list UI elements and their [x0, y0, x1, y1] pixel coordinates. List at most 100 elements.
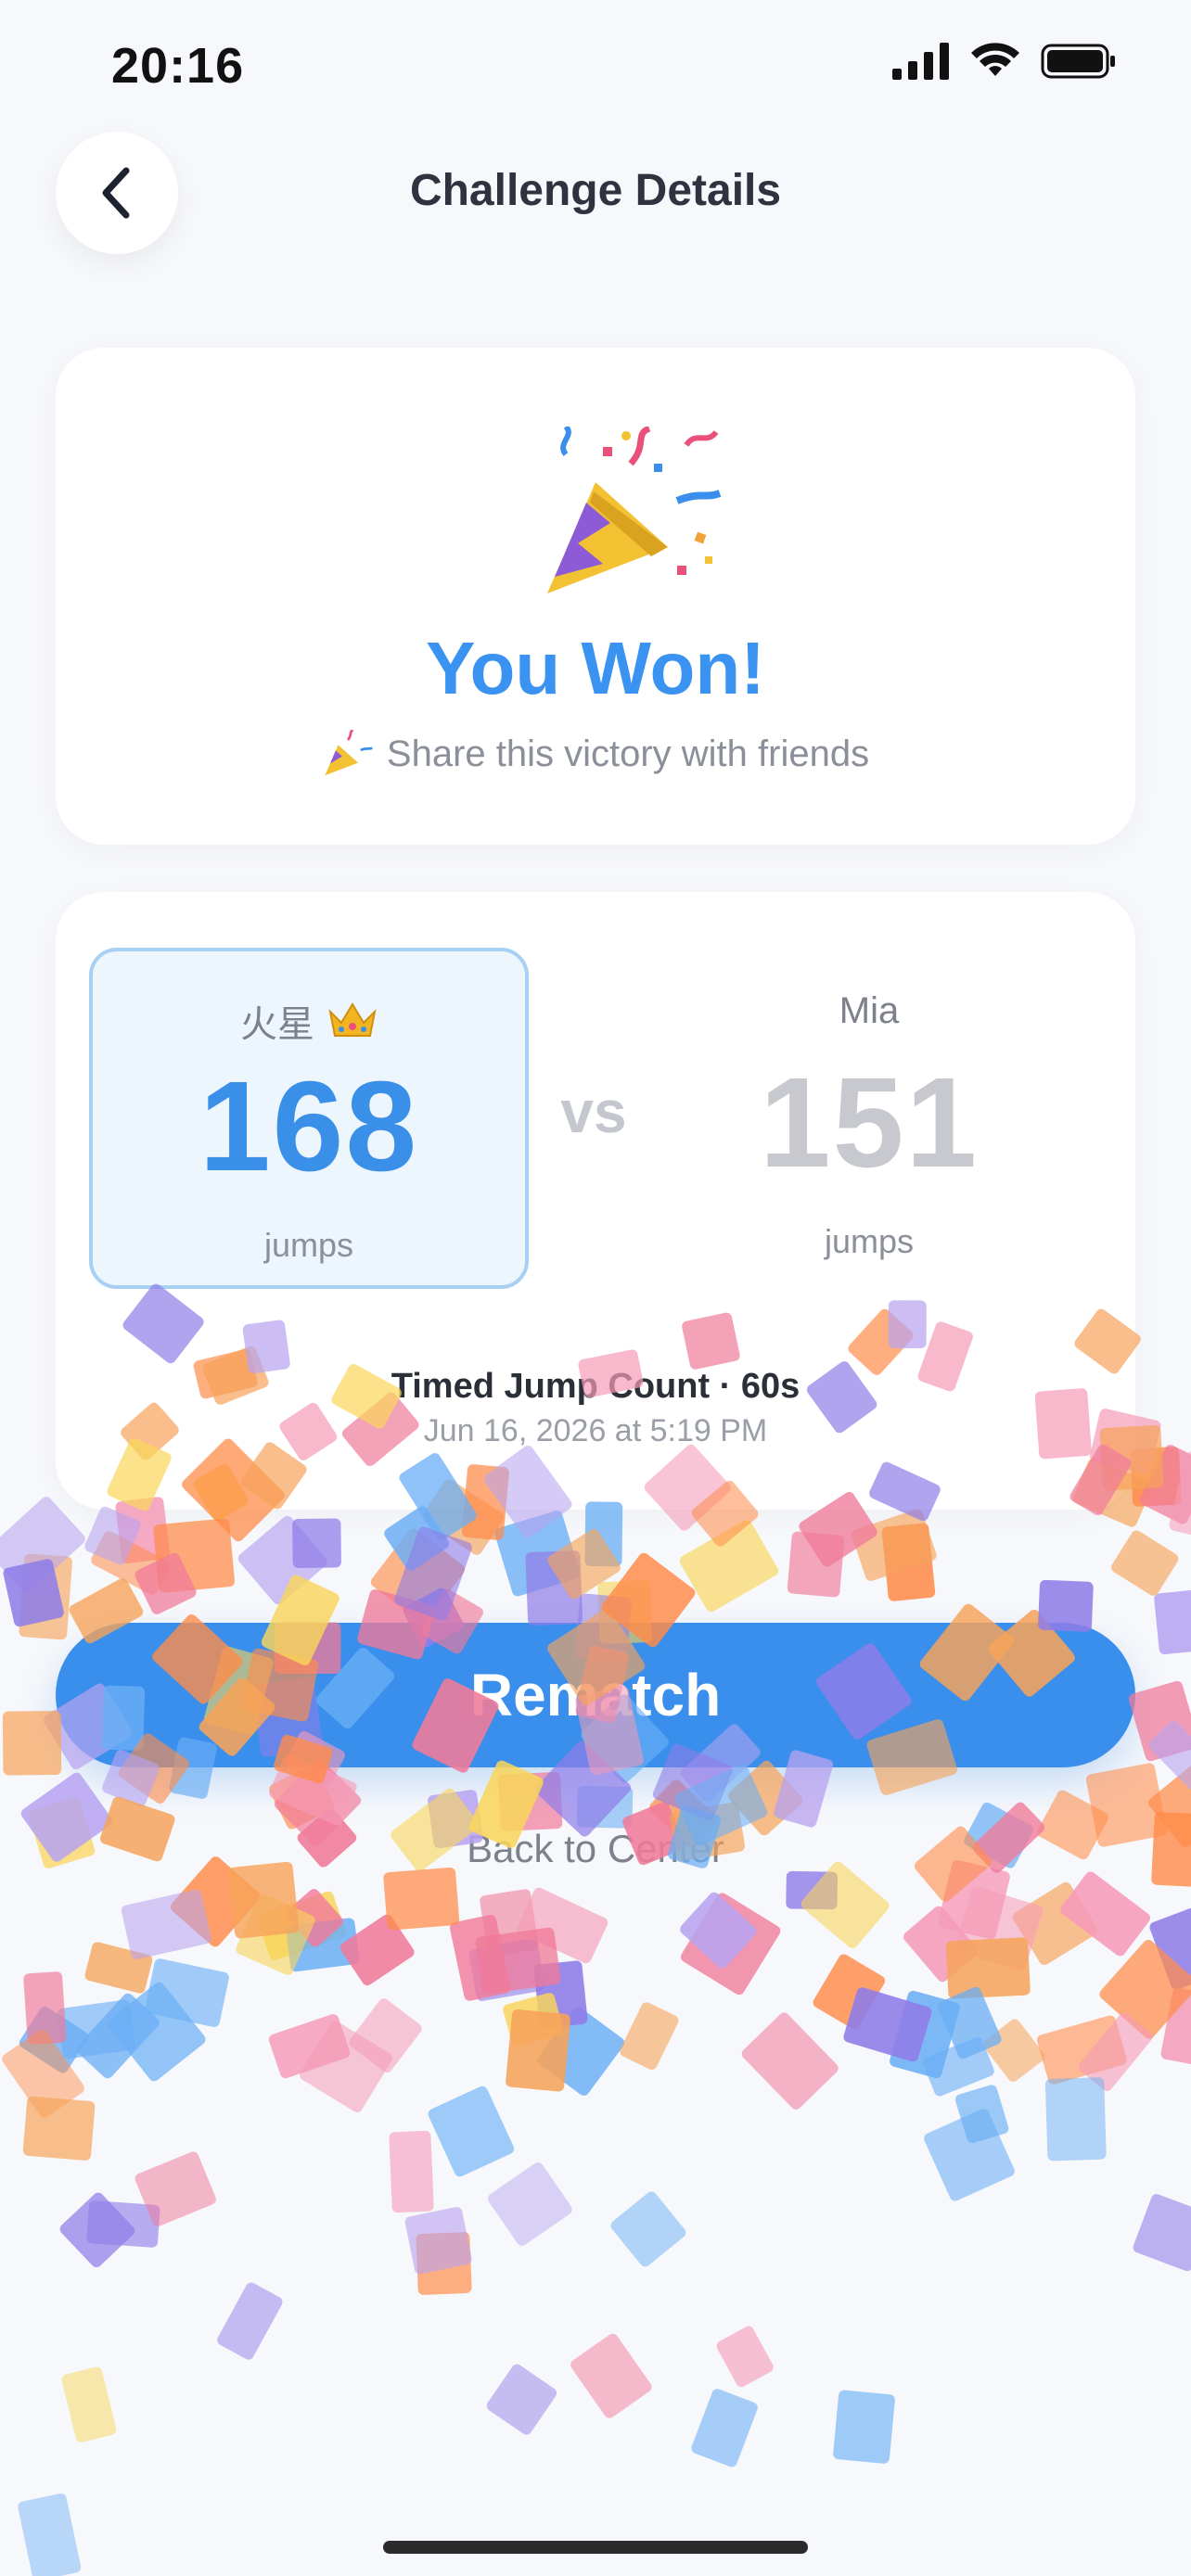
- confetti-piece: [22, 2096, 96, 2161]
- confetti-piece: [269, 1765, 335, 1830]
- confetti-piece: [786, 1870, 838, 1910]
- confetti-piece: [800, 1861, 890, 1949]
- home-indicator: [383, 2541, 808, 2554]
- cellular-signal-icon: [892, 43, 949, 80]
- confetti-piece: [23, 1971, 67, 2045]
- confetti-piece: [2, 2029, 84, 2118]
- player-one-unit: jumps: [263, 1226, 354, 1264]
- vs-label: vs: [560, 1078, 627, 1145]
- confetti-piece: [691, 2389, 758, 2468]
- confetti-piece: [741, 2012, 839, 2110]
- confetti-piece: [1128, 1680, 1191, 1762]
- confetti-piece: [610, 2191, 686, 2267]
- confetti-piece: [268, 2014, 351, 2079]
- party-popper-icon: [325, 730, 373, 776]
- confetti-piece: [19, 2007, 89, 2073]
- confetti-piece: [134, 1552, 197, 1614]
- crown-icon: [328, 1002, 377, 1037]
- confetti-piece: [416, 2232, 472, 2295]
- confetti-piece: [1154, 1588, 1191, 1655]
- confetti-piece: [787, 1531, 845, 1598]
- confetti-piece: [1099, 1940, 1191, 2039]
- challenge-date: Jun 16, 2026 at 5:19 PM: [423, 1413, 768, 1448]
- confetti-piece: [236, 1894, 315, 1975]
- confetti-piece: [3, 1559, 64, 1627]
- confetti-piece: [1060, 1871, 1150, 1957]
- confetti-piece: [922, 2037, 994, 2097]
- confetti-piece: [449, 1914, 511, 2001]
- confetti-piece: [547, 1528, 621, 1600]
- confetti-piece: [339, 1914, 415, 1986]
- status-bar: 20:16: [0, 0, 1191, 139]
- confetti-piece: [1111, 1530, 1179, 1596]
- confetti-piece: [1012, 1881, 1098, 1966]
- confetti-piece: [843, 1987, 932, 2062]
- confetti-piece: [570, 2333, 652, 2418]
- result-title: You Won!: [426, 627, 765, 709]
- player-two-score-box: Mia 151 jumps: [649, 948, 1089, 1289]
- confetti-piece: [57, 1999, 135, 2060]
- confetti-piece: [349, 1998, 422, 2073]
- confetti-piece: [620, 2002, 679, 2070]
- player-one-name: 火星: [240, 1004, 314, 1045]
- confetti-piece: [503, 1993, 564, 2047]
- confetti-piece: [86, 2200, 160, 2248]
- confetti-piece: [237, 1515, 327, 1605]
- confetti-piece: [286, 1889, 343, 1947]
- confetti-piece: [153, 1518, 235, 1593]
- confetti-piece: [428, 2085, 515, 2177]
- confetti-piece: [61, 2366, 117, 2442]
- confetti-piece: [1078, 2012, 1153, 2091]
- confetti-piece: [576, 1785, 634, 1829]
- confetti-piece: [84, 1942, 153, 1994]
- confetti-piece: [727, 1760, 803, 1836]
- confetti-piece: [1149, 1906, 1191, 1990]
- confetti-piece: [257, 1891, 346, 1960]
- confetti-piece: [76, 1993, 160, 2079]
- confetti-piece: [19, 1553, 72, 1640]
- confetti-piece: [384, 1506, 450, 1571]
- share-text: Share this victory with friends: [386, 733, 870, 774]
- confetti-piece: [903, 1906, 979, 1983]
- confetti-piece: [537, 2007, 625, 2096]
- wifi-icon: [971, 43, 1019, 76]
- challenge-mode: Timed Jump Count · 60s: [391, 1367, 800, 1406]
- confetti-piece: [1036, 2015, 1127, 2085]
- confetti-piece: [486, 2364, 557, 2435]
- confetti-piece: [584, 1501, 623, 1567]
- rematch-button[interactable]: Rematch: [56, 1623, 1135, 1767]
- confetti-piece: [0, 1497, 85, 1593]
- confetti-piece: [716, 2326, 774, 2388]
- confetti-piece: [292, 1518, 341, 1568]
- confetti-piece: [498, 1771, 563, 1831]
- confetti-piece: [1130, 1447, 1182, 1507]
- battery-icon: [1041, 44, 1115, 79]
- confetti-piece: [108, 1982, 206, 2082]
- confetti-piece: [680, 1892, 757, 1969]
- confetti-piece: [383, 1867, 460, 1931]
- confetti-piece: [1133, 2194, 1191, 2272]
- player-two-unit: jumps: [824, 1222, 915, 1260]
- confetti-piece: [1160, 1987, 1191, 2065]
- confetti-piece: [370, 1528, 466, 1624]
- confetti-piece: [517, 1887, 608, 1964]
- back-to-center-link[interactable]: Back to Center: [0, 1827, 1191, 1871]
- confetti-piece: [494, 1511, 581, 1597]
- confetti-piece: [480, 1889, 539, 1957]
- confetti-piece: [954, 1886, 1044, 1971]
- confetti-piece: [404, 2207, 472, 2275]
- confetti-piece: [394, 1526, 472, 1621]
- status-time: 20:16: [111, 38, 245, 94]
- party-popper-icon: [547, 427, 722, 593]
- confetti-piece: [1169, 1451, 1191, 1541]
- player-one-score: 168: [198, 1055, 419, 1198]
- confetti-piece: [1148, 1720, 1191, 1799]
- rematch-label: Rematch: [469, 1662, 722, 1728]
- player-two-name: Mia: [839, 990, 900, 1031]
- share-victory-link[interactable]: Share this victory with friends: [56, 730, 1135, 778]
- confetti-piece: [983, 2019, 1045, 2082]
- confetti-piece: [924, 2109, 1015, 2201]
- confetti-piece: [488, 2162, 572, 2246]
- confetti-piece: [954, 2085, 1009, 2144]
- confetti-piece: [286, 1918, 360, 1972]
